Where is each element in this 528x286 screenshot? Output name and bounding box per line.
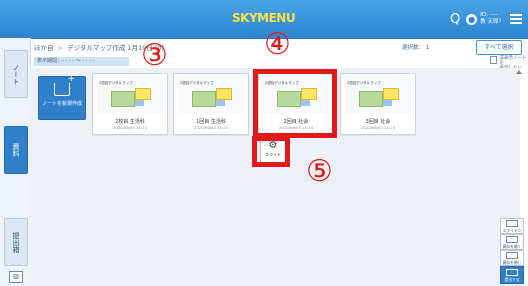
highlight-box-card bbox=[253, 69, 337, 138]
note-title: 3回目 社会 bbox=[365, 119, 391, 125]
select-all-button[interactable]: すべて選択 bbox=[476, 40, 522, 55]
breadcrumb-root[interactable]: ほか自 bbox=[34, 44, 54, 52]
slideshow-button[interactable]: スライドショー bbox=[500, 218, 524, 239]
open-icon bbox=[506, 236, 518, 243]
book-icon[interactable]: ▥ bbox=[9, 271, 23, 283]
note-card[interactable]: 2週目デジタルマップ 3回目 社会 2020/06/03 11:24 bbox=[340, 73, 416, 135]
close-material-button[interactable]: 資料を閉じる bbox=[500, 250, 524, 271]
annotation-number-4: ④ bbox=[264, 27, 291, 62]
annotation-number-5: ⑤ bbox=[306, 154, 333, 189]
top-bar-tools: Q ● ID: ---- 教 天郎？ bbox=[450, 8, 522, 30]
tab-history[interactable]: 提出箱 bbox=[4, 218, 28, 266]
submit-button[interactable]: 提出する bbox=[500, 266, 524, 284]
tab-note[interactable]: ノート bbox=[4, 50, 28, 98]
open-material-button[interactable]: 資料を開く bbox=[500, 234, 524, 250]
note-date: 2020/06/03 11:24 bbox=[193, 125, 229, 130]
note-thumbnail: 2週目デジタルマップ bbox=[178, 79, 244, 113]
note-title: 1回目 生活科 bbox=[196, 119, 226, 125]
annotation-number-3: ③ bbox=[141, 38, 168, 73]
search-icon[interactable]: Q bbox=[450, 12, 460, 27]
selected-count: 選択数： 1 bbox=[402, 45, 430, 51]
user-id: ID: ---- bbox=[480, 12, 498, 18]
slideshow-icon bbox=[506, 220, 518, 227]
hamburger-menu-icon[interactable] bbox=[510, 14, 522, 24]
user-menu[interactable]: ● ID: ---- 教 天郎？ bbox=[466, 12, 504, 26]
highlight-box-popup bbox=[252, 136, 290, 167]
note-date: 2020/06/03 11:24 bbox=[360, 125, 396, 130]
user-info: ID: ---- 教 天郎？ bbox=[480, 12, 504, 26]
note-date: 2020/06/03 11:24 bbox=[112, 125, 148, 130]
hide-notes-checkbox[interactable] bbox=[490, 56, 498, 64]
scroll-up-icon[interactable] bbox=[516, 70, 522, 74]
user-name: 教 天郎？ bbox=[480, 19, 504, 25]
user-icon: ● bbox=[466, 13, 478, 25]
period-label: 表示期間：- - - - ～ - - - - bbox=[34, 57, 129, 66]
note-thumbnail: 2週目デジタルマップ bbox=[345, 79, 411, 113]
note-card[interactable]: 2週目デジタルマップ 1回目 生活科 2020/06/03 11:24 bbox=[173, 73, 249, 135]
folder-icon bbox=[506, 252, 518, 259]
new-note-icon bbox=[54, 75, 75, 96]
app-logo: SKYMENU bbox=[232, 11, 296, 25]
left-sidebar: ノート 資料 提出箱 ▥ bbox=[0, 38, 31, 286]
note-thumbnail: 2週目デジタルマップ bbox=[97, 79, 163, 113]
note-card[interactable]: 2週目デジタルマップ 2枚目 生活科 2020/06/03 11:24 bbox=[92, 73, 168, 135]
new-note-button[interactable]: ノートを新規作成 bbox=[38, 75, 86, 120]
submit-icon bbox=[506, 269, 518, 276]
tab-shiryo[interactable]: 資料 bbox=[4, 126, 28, 174]
note-title: 2枚目 生活科 bbox=[115, 119, 145, 125]
